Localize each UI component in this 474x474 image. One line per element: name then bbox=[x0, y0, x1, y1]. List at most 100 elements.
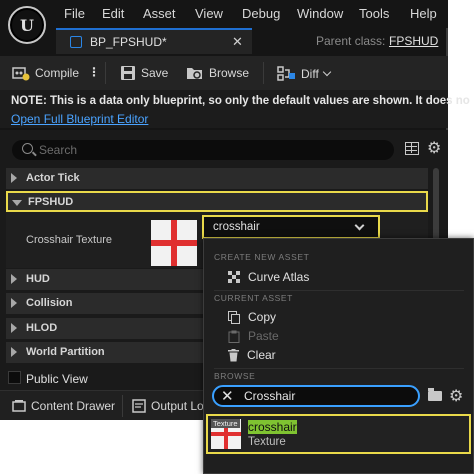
output-log-button[interactable]: Output Log bbox=[132, 399, 210, 413]
parent-class-link[interactable]: FPSHUD bbox=[389, 34, 438, 48]
search-match-highlight: crosshair bbox=[248, 420, 297, 434]
content-drawer-label: Content Drawer bbox=[31, 399, 116, 413]
chevron-right-icon bbox=[11, 298, 17, 308]
gear-icon[interactable]: ⚙ bbox=[427, 138, 441, 158]
folder-icon[interactable] bbox=[428, 388, 442, 401]
category-label: HUD bbox=[26, 273, 50, 285]
asset-picker-value: crosshair bbox=[213, 221, 260, 233]
search-icon bbox=[22, 143, 33, 154]
asset-result-type: Texture bbox=[248, 436, 286, 448]
diff-button[interactable]: Diff bbox=[276, 65, 332, 83]
menu-help[interactable]: Help bbox=[410, 6, 437, 21]
search-placeholder: Search bbox=[39, 143, 78, 157]
section-header-create: CREATE NEW ASSET bbox=[214, 252, 310, 262]
menu-view[interactable]: View bbox=[195, 6, 223, 21]
menu-window[interactable]: Window bbox=[297, 6, 343, 21]
paste-icon bbox=[228, 330, 240, 343]
statusbar-divider bbox=[122, 395, 123, 417]
chevron-right-icon bbox=[11, 323, 17, 333]
menu-item-label: Copy bbox=[248, 310, 277, 324]
category-label: HLOD bbox=[26, 322, 58, 334]
category-actor-tick[interactable]: Actor Tick bbox=[6, 168, 428, 189]
asset-picker-popup: CREATE NEW ASSET Curve Atlas CURRENT ASS… bbox=[203, 238, 474, 474]
chevron-right-icon bbox=[11, 173, 17, 183]
menu-file[interactable]: File bbox=[64, 6, 85, 21]
compile-icon bbox=[12, 67, 30, 81]
chevron-right-icon bbox=[11, 347, 17, 357]
menu-edit[interactable]: Edit bbox=[102, 6, 124, 21]
close-icon[interactable]: ✕ bbox=[232, 34, 243, 50]
gear-icon[interactable]: ⚙ bbox=[449, 386, 463, 406]
asset-search-input[interactable]: ✕ Crosshair bbox=[212, 385, 420, 407]
output-log-icon bbox=[132, 399, 146, 413]
category-label: World Partition bbox=[26, 346, 105, 358]
browse-icon bbox=[187, 68, 202, 79]
diff-label: Diff bbox=[301, 67, 319, 81]
menu-item-paste[interactable]: Paste bbox=[228, 329, 279, 343]
tab-bp-fpshud[interactable]: BP_FPSHUD* ✕ bbox=[56, 28, 252, 54]
parent-class-label: Parent class: bbox=[316, 34, 386, 48]
category-fpshud[interactable]: FPSHUD bbox=[6, 191, 428, 212]
open-full-editor-link[interactable]: Open Full Blueprint Editor bbox=[11, 112, 148, 126]
toolbar-divider bbox=[263, 62, 264, 84]
document-tab-bar: BP_FPSHUD* ✕ Parent class: FPSHUD bbox=[56, 28, 448, 54]
menu-item-clear[interactable]: Clear bbox=[228, 348, 276, 362]
chevron-down-icon bbox=[322, 67, 332, 77]
chevron-down-icon bbox=[12, 200, 22, 206]
section-header-current: CURRENT ASSET bbox=[214, 293, 293, 303]
browse-button[interactable]: Browse bbox=[186, 65, 249, 81]
category-label: Collision bbox=[26, 297, 73, 309]
data-only-note: NOTE: This is a data only blueprint, so … bbox=[0, 90, 470, 128]
crosshair-vertical bbox=[171, 220, 177, 266]
clear-search-icon[interactable]: ✕ bbox=[221, 387, 234, 405]
compile-button[interactable]: Compile bbox=[12, 65, 79, 81]
browse-label: Browse bbox=[209, 66, 250, 80]
section-divider bbox=[214, 290, 464, 291]
category-label: Actor Tick bbox=[26, 172, 80, 184]
output-log-label: Output Log bbox=[151, 399, 211, 413]
copy-icon bbox=[228, 310, 240, 324]
public-view-checkbox[interactable] bbox=[8, 371, 21, 384]
crosshair-thumbnail[interactable] bbox=[151, 220, 197, 266]
menu-item-label: Clear bbox=[247, 348, 276, 362]
menu-item-curve-atlas[interactable]: Curve Atlas bbox=[228, 270, 309, 284]
content-drawer-button[interactable]: Content Drawer bbox=[12, 399, 115, 413]
note-text: NOTE: This is a data only blueprint, so … bbox=[11, 95, 470, 107]
compile-label: Compile bbox=[35, 66, 80, 80]
menu-item-label: Paste bbox=[248, 329, 279, 343]
compile-options-icon[interactable]: ⋮ bbox=[88, 65, 100, 79]
details-search-input[interactable]: Search bbox=[12, 140, 394, 160]
toolbar: Compile ⋮ Save Browse Diff bbox=[0, 56, 448, 90]
unreal-logo-icon[interactable]: U bbox=[8, 6, 46, 44]
content-drawer-icon bbox=[12, 400, 26, 412]
public-view-label: Public View bbox=[26, 372, 88, 386]
section-divider bbox=[214, 368, 464, 369]
save-label: Save bbox=[141, 66, 169, 80]
menu-item-label: Curve Atlas bbox=[248, 270, 310, 284]
menu-item-copy[interactable]: Copy bbox=[228, 310, 276, 324]
toolbar-divider bbox=[105, 62, 106, 84]
table-view-icon[interactable] bbox=[405, 142, 419, 155]
menu-asset[interactable]: Asset bbox=[143, 6, 176, 21]
property-label: Crosshair Texture bbox=[26, 234, 112, 246]
menu-bar: U File Edit Asset View Debug Window Tool… bbox=[0, 0, 448, 44]
asset-type-tag: Texture bbox=[211, 419, 240, 428]
category-label: FPSHUD bbox=[28, 196, 74, 208]
tab-label: BP_FPSHUD* bbox=[90, 35, 167, 49]
asset-search-value: Crosshair bbox=[244, 389, 296, 403]
asset-picker-dropdown[interactable]: crosshair bbox=[202, 215, 380, 239]
diff-icon bbox=[277, 66, 295, 81]
chevron-right-icon bbox=[11, 274, 17, 284]
blueprint-icon bbox=[70, 36, 82, 48]
menu-debug[interactable]: Debug bbox=[242, 6, 280, 21]
chevron-down-icon bbox=[354, 220, 365, 231]
menu-tools[interactable]: Tools bbox=[359, 6, 389, 21]
unreal-logo-mark: U bbox=[12, 10, 42, 40]
save-button[interactable]: Save bbox=[120, 65, 168, 81]
curve-atlas-icon bbox=[228, 271, 240, 283]
trash-icon bbox=[228, 348, 239, 361]
asset-result-name: crosshair bbox=[248, 420, 297, 434]
save-icon bbox=[121, 66, 135, 80]
section-header-browse: BROWSE bbox=[214, 371, 256, 381]
asset-result-crosshair[interactable]: Texture crosshair Texture bbox=[206, 414, 471, 454]
